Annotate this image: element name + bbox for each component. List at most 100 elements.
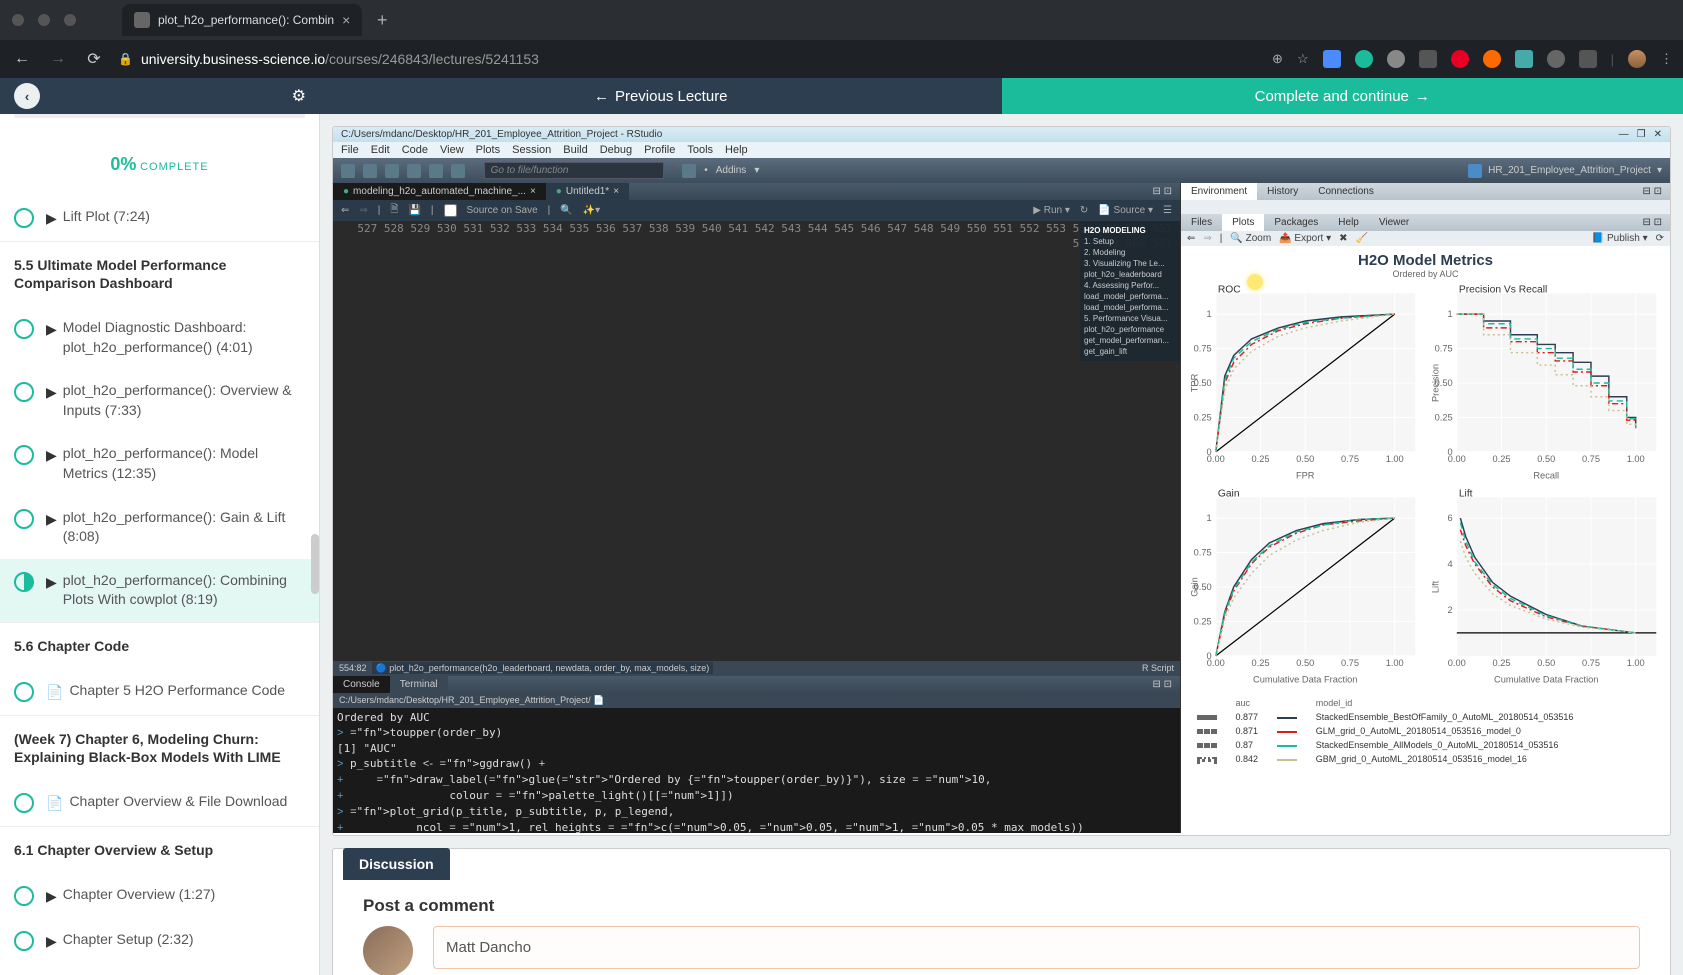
reload-button[interactable]: ⟳ [82, 47, 106, 71]
rstudio-toolbar[interactable]: | Go to file/function | • Addins▾ HR_201… [333, 158, 1670, 183]
gear-icon[interactable]: ⚙ [292, 86, 306, 106]
window-max-mac[interactable] [64, 14, 76, 26]
show-doc-icon[interactable]: 🗎 [390, 202, 398, 219]
ext-icon[interactable] [1483, 50, 1501, 68]
menu-tools[interactable]: Tools [687, 144, 713, 156]
menu-debug[interactable]: Debug [600, 144, 632, 156]
pane-tab[interactable]: Environment [1181, 183, 1257, 200]
new-tab-button[interactable]: + [368, 6, 396, 34]
source-toolbar[interactable]: ⇐ ⇒ | 🗎 💾 | Source on Save | 🔍 ✨▾ ▶ Run … [333, 200, 1180, 221]
grid-icon[interactable] [682, 164, 696, 178]
lesson-item[interactable]: ▶plot_h2o_performance(): Combining Plots… [0, 559, 319, 622]
project-name[interactable]: HR_201_Employee_Attrition_Project [1488, 165, 1651, 176]
lesson-item[interactable]: ▶Lift Plot (7:24) [0, 195, 319, 241]
ext-icon[interactable] [1451, 50, 1469, 68]
pane-controls[interactable]: ⊟ ⊡ [1634, 214, 1670, 231]
url-field[interactable]: 🔒 university.business-science.io/courses… [118, 51, 1260, 67]
refresh-icon[interactable]: ⟳ [1656, 233, 1664, 244]
profile-avatar[interactable] [1628, 50, 1646, 68]
window-close-mac[interactable] [12, 14, 24, 26]
lesson-item[interactable]: ▶plot_h2o_performance(): Overview & Inpu… [0, 369, 319, 432]
close-icon[interactable]: × [342, 12, 350, 28]
menu-code[interactable]: Code [402, 144, 428, 156]
window-max-icon[interactable]: ❐ [1637, 129, 1646, 140]
clear-plots-icon[interactable]: 🧹 [1356, 233, 1368, 244]
plot-fwd-icon[interactable]: ⇒ [1203, 233, 1211, 244]
back-icon[interactable]: ⇐ [341, 205, 349, 216]
scrollbar[interactable] [311, 534, 319, 594]
lesson-item[interactable]: ▶Chapter Setup (2:32) [0, 918, 319, 964]
menu-build[interactable]: Build [563, 144, 587, 156]
source-tab[interactable]: ● modeling_h2o_automated_machine_... × [333, 183, 546, 200]
pane-tab[interactable]: History [1257, 183, 1308, 200]
console-tab[interactable]: Console [333, 676, 390, 693]
pane-controls[interactable]: ⊟ ⊡ [1144, 183, 1180, 200]
pane-controls[interactable]: ⊟ ⊡ [1634, 183, 1670, 200]
find-icon[interactable]: 🔍 [560, 205, 572, 216]
rstudio-menubar[interactable]: FileEditCodeViewPlotsSessionBuildDebugPr… [333, 142, 1670, 158]
back-button[interactable]: ← [10, 47, 34, 71]
back-to-course-button[interactable]: ‹ [14, 83, 40, 109]
lesson-item[interactable]: ▶plot_h2o_performance(): Model Metrics (… [0, 432, 319, 495]
lesson-item[interactable]: ▶Chapter Overview (1:27) [0, 873, 319, 919]
lesson-item[interactable]: ▶plot_h2o_performance(): Gain & Lift (8:… [0, 496, 319, 559]
pane-tab[interactable]: Connections [1308, 183, 1384, 200]
console-tabs[interactable]: ConsoleTerminal⊟ ⊡ [333, 676, 1180, 693]
outline-icon[interactable]: ☰ [1163, 205, 1172, 216]
plots-pane-tabs[interactable]: FilesPlotsPackagesHelpViewer ⊟ ⊡ [1181, 214, 1670, 231]
ext-icon[interactable] [1387, 50, 1405, 68]
env-pane-tabs[interactable]: EnvironmentHistoryConnections ⊟ ⊡ [1181, 183, 1670, 200]
ext-icon[interactable] [1579, 50, 1597, 68]
previous-lecture-button[interactable]: ← Previous Lecture [320, 78, 1002, 114]
source-tab[interactable]: ● Untitled1* × [546, 183, 629, 200]
save-icon[interactable] [407, 164, 421, 178]
zoom-button[interactable]: 🔍 Zoom [1230, 233, 1271, 244]
export-button[interactable]: 📤 Export ▾ [1279, 233, 1331, 244]
pane-tab[interactable]: Plots [1222, 214, 1264, 231]
window-min-icon[interactable]: — [1619, 129, 1629, 140]
lesson-item[interactable]: 📄Chapter 5 H2O Performance Code [0, 669, 319, 715]
new-file-icon[interactable] [341, 164, 355, 178]
zoom-icon[interactable]: ⊕ [1272, 51, 1283, 67]
pane-tab[interactable]: Packages [1264, 214, 1328, 231]
env-toolbar[interactable] [1181, 200, 1670, 214]
menu-view[interactable]: View [440, 144, 464, 156]
save-all-icon[interactable] [429, 164, 443, 178]
star-icon[interactable]: ☆ [1297, 51, 1309, 67]
source-tabs[interactable]: ● modeling_h2o_automated_machine_... ×● … [333, 183, 1180, 200]
ext-icon[interactable] [1323, 50, 1341, 68]
fwd-icon[interactable]: ⇒ [359, 205, 367, 216]
ext-icon[interactable] [1419, 50, 1437, 68]
print-icon[interactable] [451, 164, 465, 178]
forward-button[interactable]: → [46, 47, 70, 71]
close-icon[interactable]: × [613, 186, 619, 197]
close-icon[interactable]: × [530, 186, 536, 197]
addins-dropdown[interactable]: Addins [716, 165, 747, 176]
browser-tab[interactable]: plot_h2o_performance(): Combin × [122, 4, 362, 36]
pane-tab[interactable]: Files [1181, 214, 1222, 231]
source-button[interactable]: 📄 Source ▾ [1098, 205, 1153, 216]
run-button[interactable]: ▶ Run ▾ [1033, 205, 1070, 216]
lesson-item[interactable]: ▶Model Diagnostic Dashboard: plot_h2o_pe… [0, 306, 319, 369]
source-on-save-checkbox[interactable] [444, 204, 457, 217]
open-file-icon[interactable] [385, 164, 399, 178]
menu-help[interactable]: Help [725, 144, 748, 156]
pane-tab[interactable]: Viewer [1369, 214, 1419, 231]
menu-icon[interactable]: ⋮ [1660, 51, 1673, 67]
rerun-icon[interactable]: ↻ [1080, 205, 1088, 216]
publish-button[interactable]: 📘 Publish ▾ [1592, 233, 1648, 244]
ext-icon[interactable] [1355, 50, 1373, 68]
window-close-icon[interactable]: ✕ [1654, 129, 1662, 140]
ext-icon[interactable] [1547, 50, 1565, 68]
complete-continue-button[interactable]: Complete and continue → [1002, 78, 1683, 114]
plot-back-icon[interactable]: ⇐ [1187, 233, 1195, 244]
new-project-icon[interactable] [363, 164, 377, 178]
pane-controls[interactable]: ⊟ ⊡ [1144, 676, 1180, 693]
video-player[interactable]: C:/Users/mdanc/Desktop/HR_201_Employee_A… [332, 126, 1671, 836]
console[interactable]: Ordered by AUC > ="fn">toupper(order_by)… [333, 708, 1180, 833]
discussion-tab[interactable]: Discussion [343, 848, 450, 880]
comment-input[interactable]: Matt Dancho [433, 926, 1640, 969]
course-sidebar[interactable]: 0% COMPLETE ▶Lift Plot (7:24)5.5 Ultimat… [0, 114, 320, 975]
plots-toolbar[interactable]: ⇐ ⇒ | 🔍 Zoom 📤 Export ▾ ✖ 🧹 📘 Publish ▾ … [1181, 231, 1670, 246]
pane-tab[interactable]: Help [1328, 214, 1369, 231]
